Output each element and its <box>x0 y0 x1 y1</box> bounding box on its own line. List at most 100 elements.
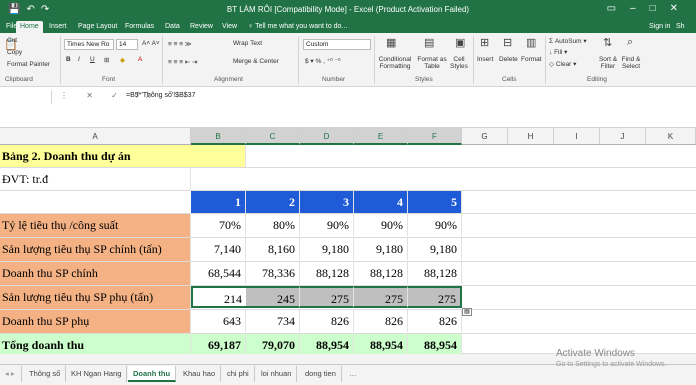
wrap-text-button[interactable]: Wrap Text <box>233 40 262 47</box>
selected-cell[interactable]: 275 <box>300 286 354 308</box>
data-cell[interactable]: 88,128 <box>408 262 462 284</box>
column-header-b[interactable]: B <box>191 128 246 145</box>
selected-cell[interactable]: 245 <box>246 286 300 308</box>
data-cell[interactable]: 68,544 <box>191 262 246 284</box>
column-header-d[interactable]: D <box>300 128 354 145</box>
delete-cells-icon[interactable]: ⊟ <box>503 36 512 49</box>
conditional-formatting-icon[interactable]: ▦ <box>386 36 396 49</box>
column-header-h[interactable]: H <box>508 128 554 145</box>
selected-cell[interactable]: 275 <box>354 286 408 308</box>
fill-button[interactable]: ↓ Fill ▾ <box>549 48 567 56</box>
column-header-k[interactable]: K <box>646 128 696 145</box>
data-cell[interactable]: 78,336 <box>246 262 300 284</box>
data-cell[interactable]: 9,180 <box>300 238 354 260</box>
row-label[interactable]: Doanh thu SP chính <box>0 262 191 285</box>
font-size-select[interactable]: 14 <box>116 39 138 50</box>
total-cell[interactable]: 88,954 <box>300 334 354 354</box>
sign-in-link[interactable]: Sign in <box>645 21 674 33</box>
data-cell[interactable]: 80% <box>246 214 300 236</box>
data-cell[interactable]: 90% <box>408 214 462 236</box>
data-cell[interactable]: 734 <box>246 310 300 332</box>
window-controls[interactable]: ▭–□✕ <box>607 3 692 14</box>
clear-button[interactable]: ◇ Clear ▾ <box>549 60 576 68</box>
borders-button[interactable]: ⊞ <box>104 56 109 64</box>
total-cell[interactable]: 69,187 <box>191 334 246 354</box>
total-cell[interactable]: 88,954 <box>408 334 462 354</box>
data-cell[interactable]: 88,128 <box>300 262 354 284</box>
data-cell[interactable]: 9,180 <box>408 238 462 260</box>
sheet-tab-chi-phi[interactable]: chi phi <box>222 366 255 382</box>
copy-button[interactable]: Copy <box>7 49 22 56</box>
column-header-g[interactable]: G <box>462 128 508 145</box>
sheet-nav-icon[interactable]: ◂ ▸ <box>0 366 22 382</box>
sheet-tab-thong-so[interactable]: Thông số <box>24 366 67 382</box>
font-color-button[interactable]: A <box>138 56 142 63</box>
sort-filter-button[interactable]: Sort & Filter <box>596 56 620 70</box>
active-cell[interactable]: 214 <box>191 286 246 308</box>
cut-button[interactable]: Cut <box>7 37 17 44</box>
tab-view[interactable]: View <box>218 21 241 33</box>
data-cell[interactable]: 8,160 <box>246 238 300 260</box>
font-size-buttons[interactable]: A˄ A˅ <box>142 40 160 47</box>
cell-styles-button[interactable]: Cell Styles <box>447 56 471 70</box>
align-top-icons[interactable]: ≡ ≡ ≡ ≫ <box>168 40 192 48</box>
tab-formulas[interactable]: Formulas <box>121 21 158 33</box>
column-header-e[interactable]: E <box>354 128 408 145</box>
unit-label[interactable]: ĐVT: tr.đ <box>0 168 191 190</box>
underline-button[interactable]: U <box>90 56 95 63</box>
delete-cells-button[interactable]: Delete <box>499 56 518 63</box>
tab-insert[interactable]: Insert <box>45 21 71 33</box>
format-cells-icon[interactable]: ▥ <box>526 36 536 49</box>
ellipsis-icon[interactable]: … <box>344 366 362 382</box>
data-cell[interactable]: 90% <box>354 214 408 236</box>
worksheet-grid[interactable]: A B C D E F G H I J K Bảng 2. Doanh thu … <box>0 128 696 354</box>
data-cell[interactable]: 826 <box>300 310 354 332</box>
selected-cell[interactable]: 275 <box>408 286 462 308</box>
find-select-button[interactable]: Find & Select <box>618 56 644 70</box>
sheet-tab-loi-nhuan[interactable]: loi nhuan <box>256 366 298 382</box>
total-cell[interactable]: 88,954 <box>354 334 408 354</box>
tab-home[interactable]: Home <box>16 21 43 33</box>
data-cell[interactable]: 88,128 <box>354 262 408 284</box>
sort-filter-icon[interactable]: ⇅ <box>603 36 612 49</box>
row-label[interactable]: Tỷ lệ tiêu thụ /công suất <box>0 214 191 237</box>
data-cell[interactable]: 7,140 <box>191 238 246 260</box>
tab-data[interactable]: Data <box>161 21 184 33</box>
tell-me-search[interactable]: ♀ Tell me what you want to do... <box>244 21 351 33</box>
fill-color-button[interactable]: ◆ <box>120 56 125 64</box>
format-as-table-button[interactable]: Format as Table <box>415 56 449 70</box>
data-cell[interactable]: 643 <box>191 310 246 332</box>
font-name-select[interactable]: Times New Ro <box>64 39 114 50</box>
format-painter-button[interactable]: Format Painter <box>7 61 50 68</box>
data-cell[interactable]: 9,180 <box>354 238 408 260</box>
row-label[interactable]: Sản lượng tiêu thụ SP chính (tấn) <box>0 238 191 261</box>
sheet-tab-kh-ngan-hang[interactable]: KH Ngan Hang <box>66 366 128 382</box>
merge-center-button[interactable]: Merge & Center <box>233 58 279 65</box>
data-cell[interactable]: 70% <box>191 214 246 236</box>
cell-styles-icon[interactable]: ▣ <box>455 36 465 49</box>
column-header-f[interactable]: F <box>408 128 462 145</box>
find-select-icon[interactable]: ⌕ <box>627 36 633 49</box>
column-header-j[interactable]: J <box>600 128 646 145</box>
insert-cells-icon[interactable]: ⊞ <box>480 36 489 49</box>
sheet-tab-dong-tien[interactable]: dong tien <box>300 366 342 382</box>
format-cells-button[interactable]: Format <box>521 56 542 63</box>
formula-input[interactable]: =B5*'Thông số'!$B$37 <box>126 92 195 99</box>
total-cell[interactable]: 79,070 <box>246 334 300 354</box>
year-header-1[interactable]: 1 <box>191 191 246 213</box>
total-label[interactable]: Tổng doanh thu <box>0 334 191 354</box>
column-header-c[interactable]: C <box>246 128 300 145</box>
row-label[interactable]: Sản lượng tiêu thụ SP phụ (tấn) <box>0 286 191 309</box>
insert-cells-button[interactable]: Insert <box>477 56 493 63</box>
sheet-tab-doanh-thu[interactable]: Doanh thu <box>128 366 177 382</box>
sheet-tab-khau-hao[interactable]: Khau hao <box>178 366 222 382</box>
table-title[interactable]: Bảng 2. Doanh thu dự án <box>0 145 246 167</box>
tab-review[interactable]: Review <box>186 21 217 33</box>
number-format-select[interactable]: Custom <box>303 39 371 50</box>
align-left-icons[interactable]: ≡ ≡ ≡ ⇤ ⇥ <box>168 58 198 66</box>
format-as-table-icon[interactable]: ▤ <box>424 36 434 49</box>
data-cell[interactable]: 826 <box>408 310 462 332</box>
italic-button[interactable]: I <box>78 56 80 63</box>
year-header-5[interactable]: 5 <box>408 191 462 213</box>
bold-button[interactable]: B <box>66 56 71 63</box>
